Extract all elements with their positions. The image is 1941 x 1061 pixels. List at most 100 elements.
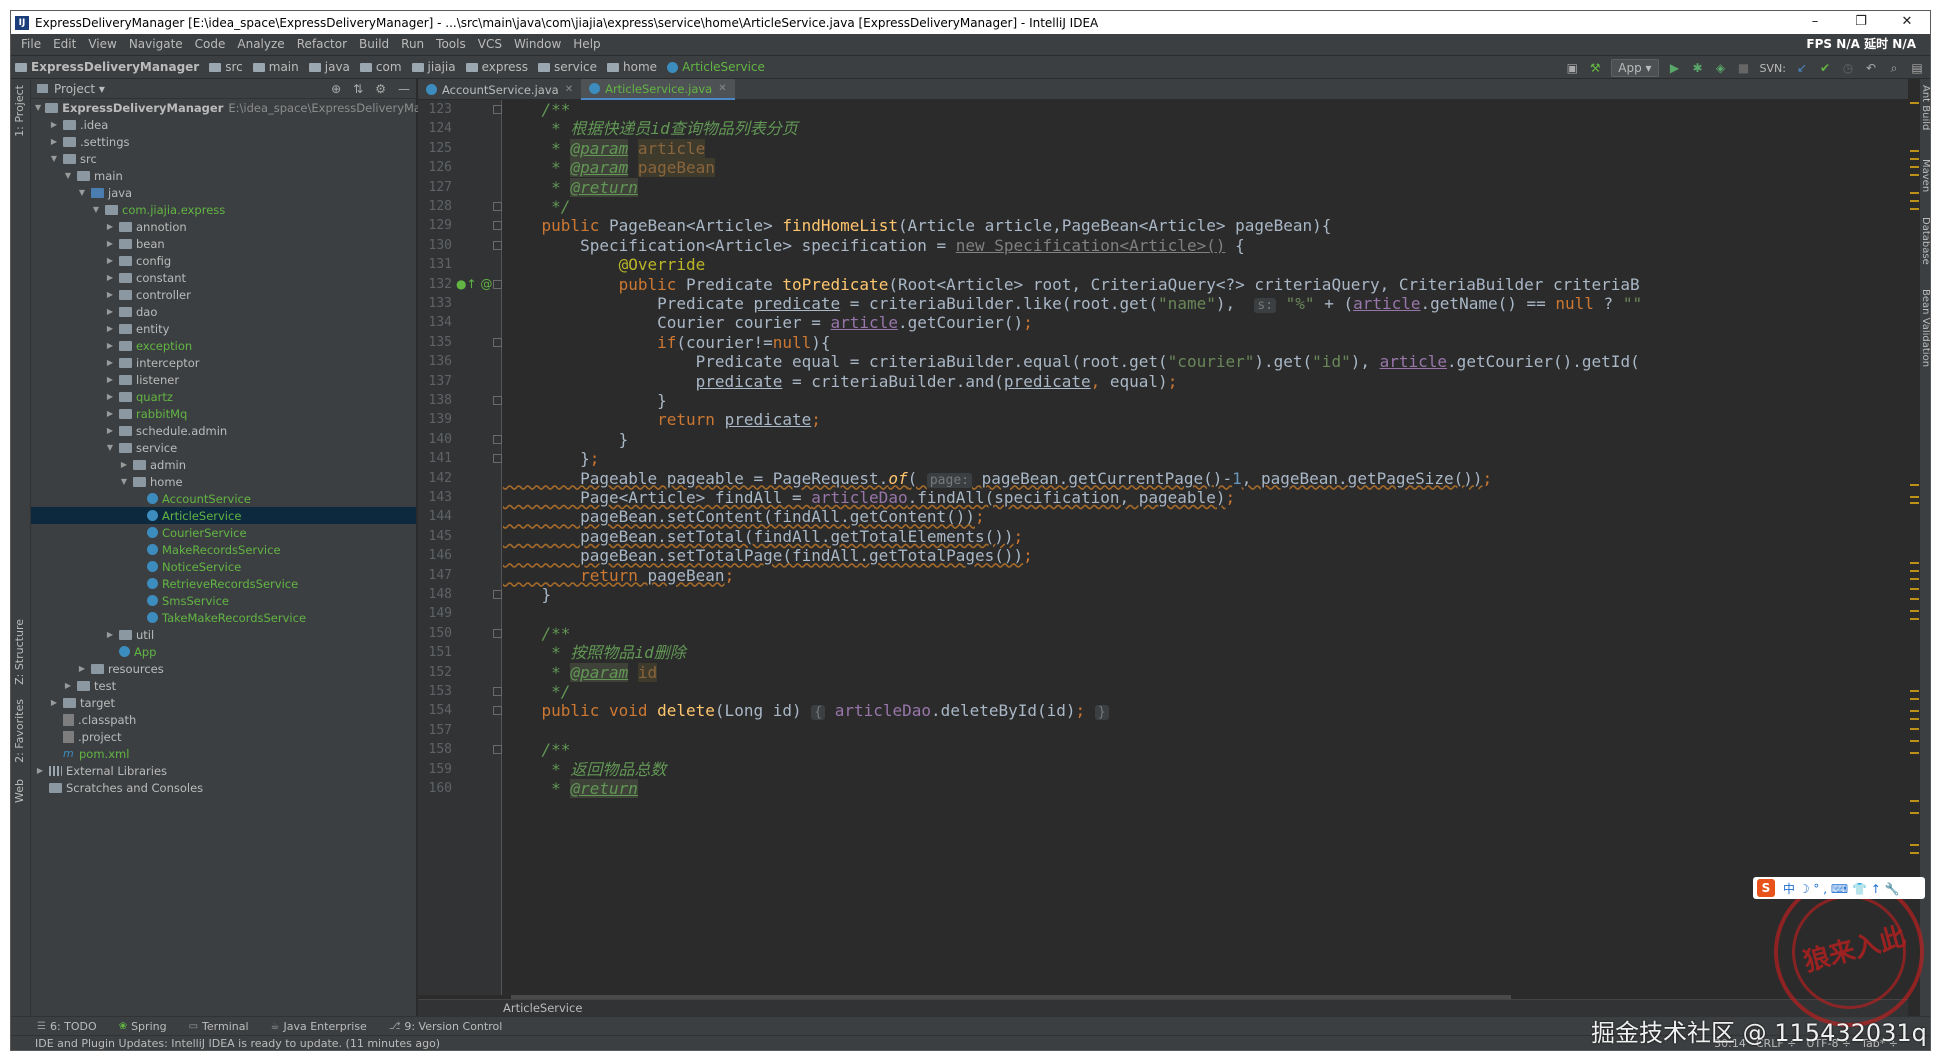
expanded-arrow-icon[interactable]: ▼: [35, 103, 41, 112]
tree-node[interactable]: ▶ admin: [31, 456, 416, 473]
line-number[interactable]: 157: [422, 721, 452, 740]
close-tab-icon[interactable]: ✕: [565, 84, 573, 95]
crumb-main[interactable]: main: [252, 60, 299, 74]
maven-tool-tab[interactable]: Maven: [1920, 159, 1930, 192]
collapsed-arrow-icon[interactable]: ▶: [105, 239, 115, 248]
code-line[interactable]: */: [503, 197, 1908, 216]
warning-marker[interactable]: [1910, 562, 1919, 564]
tree-node[interactable]: ArticleService: [31, 507, 416, 524]
ime-toolbar[interactable]: S 中 ☽ ° , ⌨ 👕 ↑ 🔧: [1753, 877, 1925, 899]
code-line[interactable]: return pageBean;: [503, 566, 1908, 585]
spring-tool-button[interactable]: ❀ Spring: [119, 1020, 167, 1033]
fold-marker-icon[interactable]: [493, 279, 502, 289]
collapsed-arrow-icon[interactable]: ▶: [119, 460, 129, 469]
tree-node[interactable]: ▶ .idea: [31, 116, 416, 133]
fold-marker-icon[interactable]: [493, 628, 502, 638]
build-hammer-icon[interactable]: ⚒: [1588, 61, 1602, 75]
revert-icon[interactable]: ↶: [1864, 61, 1878, 75]
version-control-tool-button[interactable]: ⎇ 9: Version Control: [389, 1020, 502, 1033]
code-line[interactable]: Page<Article> findAll = articleDao.findA…: [503, 488, 1908, 507]
tree-node[interactable]: SmsService: [31, 592, 416, 609]
menu-run[interactable]: Run: [395, 34, 430, 55]
tree-node[interactable]: ▼ com.jiajia.express: [31, 201, 416, 218]
tree-node[interactable]: ▶ config: [31, 252, 416, 269]
menu-analyze[interactable]: Analyze: [231, 34, 290, 55]
tree-node[interactable]: m pom.xml: [31, 745, 416, 762]
code-line[interactable]: [503, 721, 1908, 740]
tree-node[interactable]: App: [31, 643, 416, 660]
line-number[interactable]: 133: [422, 294, 452, 313]
crumb-home[interactable]: home: [607, 60, 657, 74]
menu-code[interactable]: Code: [189, 34, 232, 55]
warning-marker[interactable]: [1910, 618, 1919, 620]
hide-panel-icon[interactable]: —: [398, 79, 410, 99]
collapsed-arrow-icon[interactable]: ▶: [77, 664, 87, 673]
fold-marker-icon[interactable]: [493, 590, 502, 599]
tree-node[interactable]: ▼ main: [31, 167, 416, 184]
tree-node[interactable]: ▶ quartz: [31, 388, 416, 405]
tree-node[interactable]: .classpath: [31, 711, 416, 728]
expanded-arrow-icon[interactable]: ▼: [77, 188, 87, 197]
code-line[interactable]: return predicate;: [503, 410, 1908, 429]
menu-build[interactable]: Build: [353, 34, 395, 55]
tree-node[interactable]: CourierService: [31, 524, 416, 541]
tree-node[interactable]: .project: [31, 728, 416, 745]
svn-history-icon[interactable]: ◷: [1841, 61, 1855, 75]
warning-marker[interactable]: [1910, 728, 1919, 730]
collapsed-arrow-icon[interactable]: ▶: [105, 341, 115, 350]
tree-node[interactable]: ▶ listener: [31, 371, 416, 388]
warning-marker[interactable]: [1910, 200, 1919, 202]
tree-node[interactable]: ▼ src: [31, 150, 416, 167]
crumb-jiajia[interactable]: jiajia: [411, 60, 456, 74]
code-line[interactable]: public void delete(Long id) { articleDao…: [503, 701, 1908, 721]
code-line[interactable]: pageBean.setTotalPage(findAll.getTotalPa…: [503, 546, 1908, 565]
code-line[interactable]: }: [503, 430, 1908, 449]
line-number[interactable]: 140: [422, 430, 452, 449]
warning-marker[interactable]: [1910, 158, 1919, 160]
warning-marker[interactable]: [1910, 502, 1919, 504]
crumb-service[interactable]: service: [538, 60, 597, 74]
collapsed-arrow-icon[interactable]: ▶: [105, 426, 115, 435]
tree-node[interactable]: ▶ exception: [31, 337, 416, 354]
line-number[interactable]: 154: [422, 701, 452, 720]
line-number[interactable]: 134: [422, 313, 452, 332]
tree-node[interactable]: ▶ util: [31, 626, 416, 643]
line-number[interactable]: 125: [422, 139, 452, 158]
maximize-button[interactable]: ❐: [1838, 11, 1884, 34]
warning-marker[interactable]: [1910, 102, 1919, 104]
warning-marker[interactable]: [1910, 852, 1919, 854]
java-enterprise-tool-button[interactable]: ☕ Java Enterprise: [271, 1020, 367, 1033]
tree-node[interactable]: ▶ annotion: [31, 218, 416, 235]
warning-marker[interactable]: [1910, 740, 1919, 742]
code-line[interactable]: };: [503, 449, 1908, 468]
fold-marker-icon[interactable]: [493, 396, 502, 405]
code-line[interactable]: pageBean.setContent(findAll.getContent()…: [503, 507, 1908, 526]
tree-node[interactable]: ▶ bean: [31, 235, 416, 252]
line-number[interactable]: 126: [422, 158, 452, 177]
warning-marker[interactable]: [1910, 150, 1919, 152]
code-line[interactable]: Courier courier = article.getCourier();: [503, 313, 1908, 332]
code-line[interactable]: /**: [503, 740, 1908, 759]
code-line[interactable]: public PageBean<Article> findHomeList(Ar…: [503, 216, 1908, 235]
collapsed-arrow-icon[interactable]: ▶: [105, 630, 115, 639]
collapsed-arrow-icon[interactable]: ▶: [105, 273, 115, 282]
line-number[interactable]: 128: [422, 197, 452, 216]
expanded-arrow-icon[interactable]: ▼: [119, 477, 129, 486]
tree-node[interactable]: ▶ test: [31, 677, 416, 694]
tree-node[interactable]: ▼ service: [31, 439, 416, 456]
project-structure-icon[interactable]: ▣: [1565, 61, 1579, 75]
line-number[interactable]: 135: [422, 333, 452, 352]
favorites-tool-tab[interactable]: 2: Favorites: [13, 699, 26, 763]
warning-marker[interactable]: [1910, 570, 1919, 572]
project-view-selector[interactable]: Project ▾: [54, 82, 105, 96]
code-line[interactable]: */: [503, 682, 1908, 701]
warning-marker[interactable]: [1910, 598, 1919, 600]
warning-marker[interactable]: [1910, 174, 1919, 176]
warning-marker[interactable]: [1910, 192, 1919, 194]
line-number[interactable]: 136: [422, 352, 452, 371]
tree-node[interactable]: MakeRecordsService: [31, 541, 416, 558]
collapsed-arrow-icon[interactable]: ▶: [63, 681, 73, 690]
fold-marker-icon[interactable]: [493, 337, 502, 347]
warning-marker[interactable]: [1910, 588, 1919, 590]
crumb-com[interactable]: com: [359, 60, 402, 74]
